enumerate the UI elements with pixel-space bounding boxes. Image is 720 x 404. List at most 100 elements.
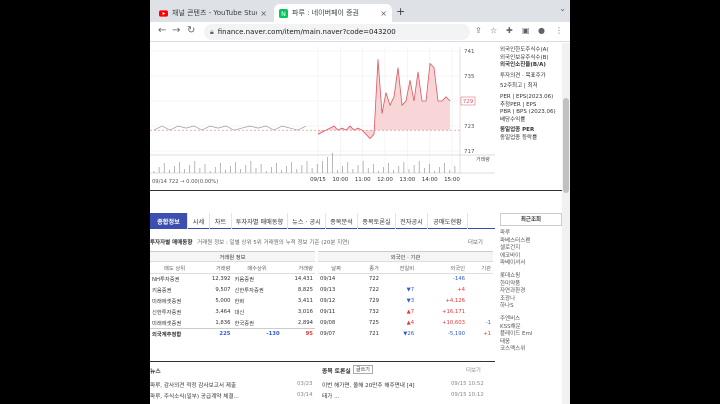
recent-group: 주엔비스 KSS해운 플레이드 Eml 태웅 코스맥스위 (500, 316, 562, 354)
table-cell[interactable]: 신한투자증권 (150, 307, 199, 318)
table-cell: ▲4 (406, 320, 415, 326)
recent-views-panel: 최근조회 파루 파베스터스펜 셀로건지 에코바이 파베이셔서 롯데쇼핑 한미약품 자연과환경 조광… (500, 213, 562, 359)
table-row: NH투자증권 12,392 키움증권 14,431 (150, 274, 315, 285)
subtab[interactable]: 투자자별 매매동향 (232, 213, 288, 229)
table-cell[interactable]: NH투자증권 (150, 274, 199, 285)
table-cell: 721 (368, 331, 379, 337)
table-cell: ▼3 (406, 298, 415, 304)
subtab[interactable]: 공매도현황 (428, 213, 468, 229)
table-cell[interactable]: 한국증권 (232, 318, 281, 329)
table-cell: 14,431 (294, 276, 313, 283)
profile-icon[interactable]: ● (538, 26, 545, 35)
news-item[interactable]: 파루, 감사의견 적정 감사보고서 제출 (150, 381, 236, 389)
foreign-institution-table: 외국인 · 기관 날짜 종가 전일비 외국인 기관 09/14 722 -146 09… (318, 251, 493, 340)
reload-icon[interactable]: ↻ (187, 25, 195, 36)
subtab[interactable]: 차트 (210, 213, 232, 229)
foreign-group-header: 외국인 · 기관 (318, 251, 493, 262)
svg-text:N: N (281, 10, 286, 17)
tab-title: 채널 콘텐츠 - YouTube Studio (172, 9, 258, 17)
table-row: 미래에셋증권 5,000 한화 3,411 (150, 296, 315, 307)
info-row: 배당수익률 (500, 116, 526, 123)
address-bar[interactable]: 🔒︎ finance.naver.com/item/main.naver?cod… (204, 24, 470, 40)
recent-item[interactable]: 코스맥스위 (500, 346, 562, 354)
table-cell: 95 (281, 328, 315, 340)
new-tab-button[interactable]: + (396, 5, 405, 18)
table-cell (467, 274, 493, 285)
x-tick-label: 12:00 (377, 177, 393, 183)
scrollbar-thumb[interactable] (563, 98, 569, 193)
board-item[interactable]: 태가 ... (322, 392, 339, 400)
recent-item[interactable]: 플레이드 Eml (500, 331, 562, 339)
subtab[interactable]: 종합정보 (150, 213, 188, 229)
write-post-button[interactable]: 글쓰기 (353, 365, 373, 374)
subtab[interactable]: 뉴스 · 공시 (288, 213, 326, 229)
tab-naver-finance[interactable]: N 파루 : 네이버페이 증권 × (274, 4, 392, 22)
browser-toolbar: ← → ↻ 🔒︎ finance.naver.com/item/main.nav… (150, 22, 570, 42)
more-link[interactable]: 더보기 (468, 238, 483, 246)
news-date: 03/23 (297, 381, 313, 387)
investor-trend-header: 투자자별 매매동향 거래원 정보 : 일별 상위 5위 거래원의 누적 정보 기… (150, 238, 495, 248)
tab-youtube-studio[interactable]: 채널 콘텐츠 - YouTube Studio × (154, 4, 272, 22)
table-cell (467, 285, 493, 296)
col-header: 거래량 (281, 261, 315, 274)
table-cell[interactable]: 대신 (232, 307, 281, 318)
browser-window: 채널 콘텐츠 - YouTube Studio × N 파루 : 네이버페이 증… (150, 0, 570, 404)
table-cell: 09/11 (320, 309, 336, 315)
info-row: 52주최고 | 최저 (500, 83, 538, 90)
recent-item[interactable]: 파루 (500, 230, 562, 238)
youtube-icon (159, 9, 168, 17)
scrollbar[interactable] (562, 43, 570, 404)
recent-item[interactable]: 자연과환경 (500, 288, 562, 296)
table-cell: 2,894 (297, 319, 313, 326)
subtab[interactable]: 종목토론실 (358, 213, 396, 229)
table-cell: 732 (368, 309, 379, 315)
info-row: 추정PER | EPS (500, 101, 537, 108)
table-cell[interactable]: 키움증권 (150, 285, 199, 296)
share-icon[interactable]: ⇪ (475, 26, 482, 35)
table-cell[interactable]: 한화 (232, 296, 281, 307)
sidepanel-icon[interactable]: ▣ (522, 26, 530, 35)
board-item[interactable]: 이번 해가면, 올해 20만주 해주면내 [4] (322, 381, 415, 389)
forward-icon[interactable]: → (172, 25, 180, 36)
col-header: 외국인 (416, 261, 468, 274)
recent-item[interactable]: 셀로건지 (500, 245, 562, 253)
table-cell[interactable]: 미래에셋증권 (150, 318, 199, 329)
x-tick-label: 09/15 (310, 177, 326, 183)
recent-item[interactable]: 롯데쇼핑 (500, 273, 562, 281)
extensions-icon[interactable]: ✚ (506, 26, 513, 35)
y-tick-label: 741 (464, 49, 475, 55)
table-cell: 09/14 (320, 276, 336, 283)
broker-table: 거래원 정보 매도 상위 거래량 매수상위 거래량 NH투자증권 12,392 키움… (150, 251, 315, 340)
table-cell: 1,836 (215, 319, 231, 326)
table-cell (381, 274, 416, 285)
stock-subtabs: 종합정보 시세 차트 투자자별 매매동향 뉴스 · 공시 종목분석 종목토론실 전자공시 공매도… (150, 213, 495, 229)
close-tab-icon[interactable]: × (260, 9, 267, 18)
recent-item[interactable]: 하나S (500, 303, 562, 311)
recent-item[interactable]: 주엔비스 (500, 316, 562, 324)
table-cell: 3,016 (297, 309, 313, 315)
recent-item[interactable]: KSS해운 (500, 324, 562, 332)
chart-svg: 741 735 729 723 717 09/15 10:00 11:00 12:00 13:00… (150, 47, 495, 188)
menu-icon[interactable]: ⋮ (555, 26, 563, 35)
table-cell[interactable]: 신한투자증권 (232, 285, 281, 296)
table-cell: 729 (368, 298, 379, 304)
subtab[interactable]: 시세 (188, 213, 210, 229)
table-row: 09/13 722 ▼7 +4 (318, 285, 493, 296)
table-cell[interactable]: 키움증권 (232, 274, 281, 285)
info-row: 외국인한도주식수(A) (500, 47, 549, 53)
news-item[interactable]: 파루, 주식소식(일부) 공급계약 체결... (150, 392, 239, 400)
table-cell[interactable]: 미래에셋증권 (150, 296, 199, 307)
table-cell: ▲7 (406, 309, 415, 315)
table-cell: +4 (457, 287, 466, 293)
window-controls[interactable]: ⌄ (559, 4, 566, 13)
col-header: 날짜 (318, 261, 355, 274)
star-icon[interactable]: ☆ (490, 26, 497, 35)
subtab[interactable]: 전자공시 (396, 213, 428, 229)
table-cell: 725 (368, 320, 379, 326)
recent-item[interactable]: 파베이셔서 (500, 260, 562, 268)
back-icon[interactable]: ← (158, 25, 166, 36)
close-tab-icon[interactable]: × (380, 9, 387, 18)
subtab[interactable]: 종목분석 (326, 213, 358, 229)
news-more-link[interactable]: 더보기 (466, 366, 481, 374)
board-header: 종목 토론실 (322, 369, 351, 375)
